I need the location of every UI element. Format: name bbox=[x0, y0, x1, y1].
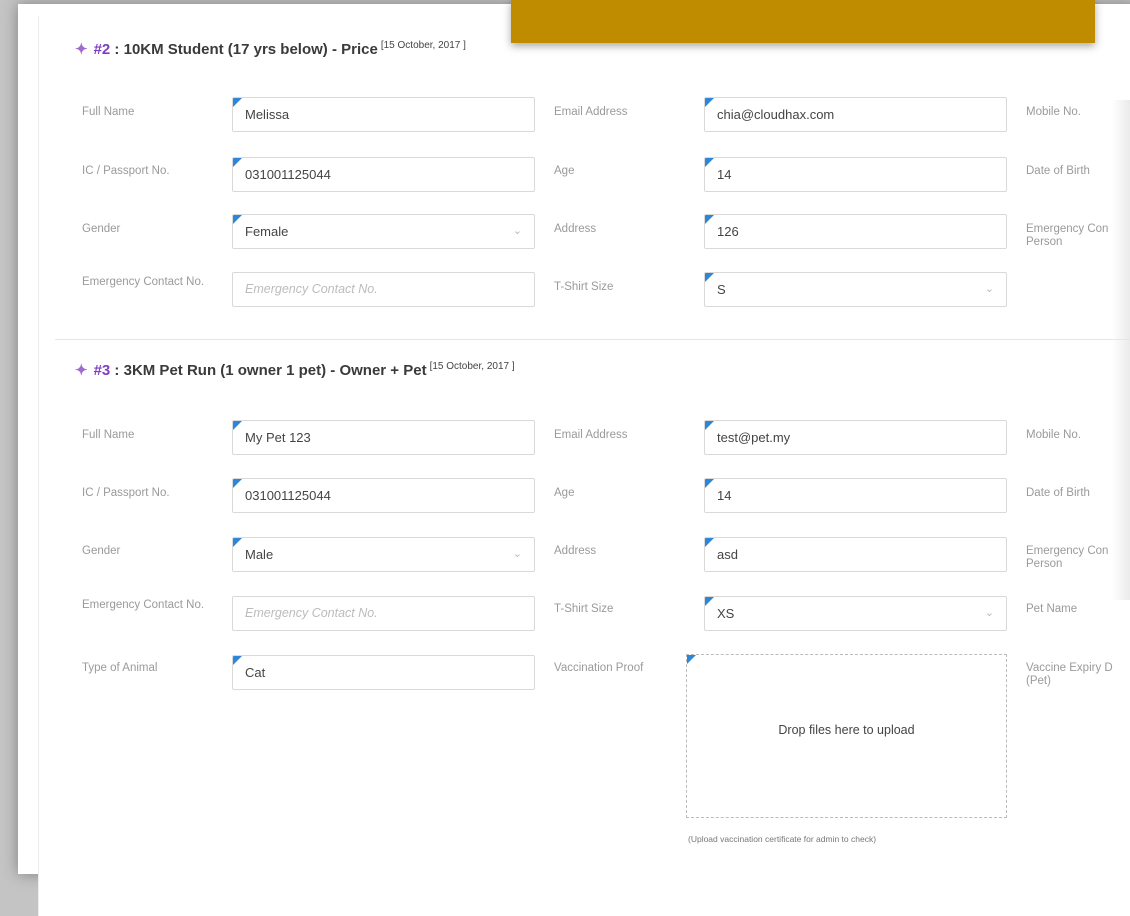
label-animal: Type of Animal bbox=[82, 662, 158, 674]
chevron-down-icon: ⌄ bbox=[984, 283, 994, 295]
field-marker bbox=[687, 655, 696, 664]
full-name-input[interactable]: Melissa bbox=[232, 97, 535, 132]
ic-input[interactable]: 031001125044 bbox=[232, 157, 535, 192]
emergency-contact-input[interactable]: Emergency Contact No. bbox=[232, 272, 535, 307]
animal-input[interactable]: Cat bbox=[232, 655, 535, 690]
label-pet-name: Pet Name bbox=[1026, 603, 1078, 615]
label-full-name: Full Name bbox=[82, 106, 135, 118]
label-email: Email Address bbox=[554, 106, 628, 118]
label-tshirt: T-Shirt Size bbox=[554, 603, 614, 615]
label-ic: IC / Passport No. bbox=[82, 165, 170, 177]
label-emergency-no: Emergency Contact No. bbox=[82, 599, 205, 611]
label-dob: Date of Birth bbox=[1026, 487, 1090, 499]
address-input[interactable]: 126 bbox=[704, 214, 1007, 249]
label-ic: IC / Passport No. bbox=[82, 487, 170, 499]
gender-select[interactable]: Male ⌄ bbox=[232, 537, 535, 572]
age-input[interactable]: 14 bbox=[704, 157, 1007, 192]
section-title-3: ✦ #3 : 3KM Pet Run (1 owner 1 pet) - Owne… bbox=[75, 361, 515, 379]
label-gender: Gender bbox=[82, 545, 121, 557]
tshirt-select[interactable]: XS ⌄ bbox=[704, 596, 1007, 631]
dropzone-hint: (Upload vaccination certificate for admi… bbox=[688, 834, 877, 844]
header-banner bbox=[511, 0, 1095, 43]
email-input[interactable]: chia@cloudhax.com bbox=[704, 97, 1007, 132]
label-mobile: Mobile No. bbox=[1026, 429, 1081, 441]
label-dob: Date of Birth bbox=[1026, 165, 1090, 177]
full-name-input[interactable]: My Pet 123 bbox=[232, 420, 535, 455]
tshirt-select[interactable]: S ⌄ bbox=[704, 272, 1007, 307]
tag-icon: ✦ bbox=[75, 41, 88, 58]
label-address: Address bbox=[554, 223, 597, 235]
dropzone-text: Drop files here to upload bbox=[778, 723, 915, 737]
address-input[interactable]: asd bbox=[704, 537, 1007, 572]
vaccination-dropzone[interactable]: Drop files here to upload bbox=[686, 654, 1007, 818]
label-emergency-person: Emergency Con Person bbox=[1026, 223, 1109, 248]
chevron-down-icon: ⌄ bbox=[984, 607, 994, 619]
label-emergency-person: Emergency Con Person bbox=[1026, 545, 1109, 570]
label-age: Age bbox=[554, 165, 575, 177]
ic-input[interactable]: 031001125044 bbox=[232, 478, 535, 513]
section-divider bbox=[55, 339, 1130, 340]
label-email: Email Address bbox=[554, 429, 628, 441]
label-gender: Gender bbox=[82, 223, 121, 235]
gender-select[interactable]: Female ⌄ bbox=[232, 214, 535, 249]
chevron-down-icon: ⌄ bbox=[512, 225, 522, 237]
label-emergency-no: Emergency Contact No. bbox=[82, 276, 205, 288]
label-address: Address bbox=[554, 545, 597, 557]
age-input[interactable]: 14 bbox=[704, 478, 1007, 513]
label-vaccination: Vaccination Proof bbox=[554, 662, 644, 674]
section-title-2: ✦ #2 : 10KM Student (17 yrs below) - Pric… bbox=[75, 40, 466, 58]
tag-icon: ✦ bbox=[75, 362, 88, 379]
chevron-down-icon: ⌄ bbox=[512, 548, 522, 560]
emergency-contact-input[interactable]: Emergency Contact No. bbox=[232, 596, 535, 631]
label-age: Age bbox=[554, 487, 575, 499]
label-mobile: Mobile No. bbox=[1026, 106, 1081, 118]
label-vaccine-expiry: Vaccine Expiry D (Pet) bbox=[1026, 662, 1113, 687]
label-full-name: Full Name bbox=[82, 429, 135, 441]
label-tshirt: T-Shirt Size bbox=[554, 281, 614, 293]
email-input[interactable]: test@pet.my bbox=[704, 420, 1007, 455]
